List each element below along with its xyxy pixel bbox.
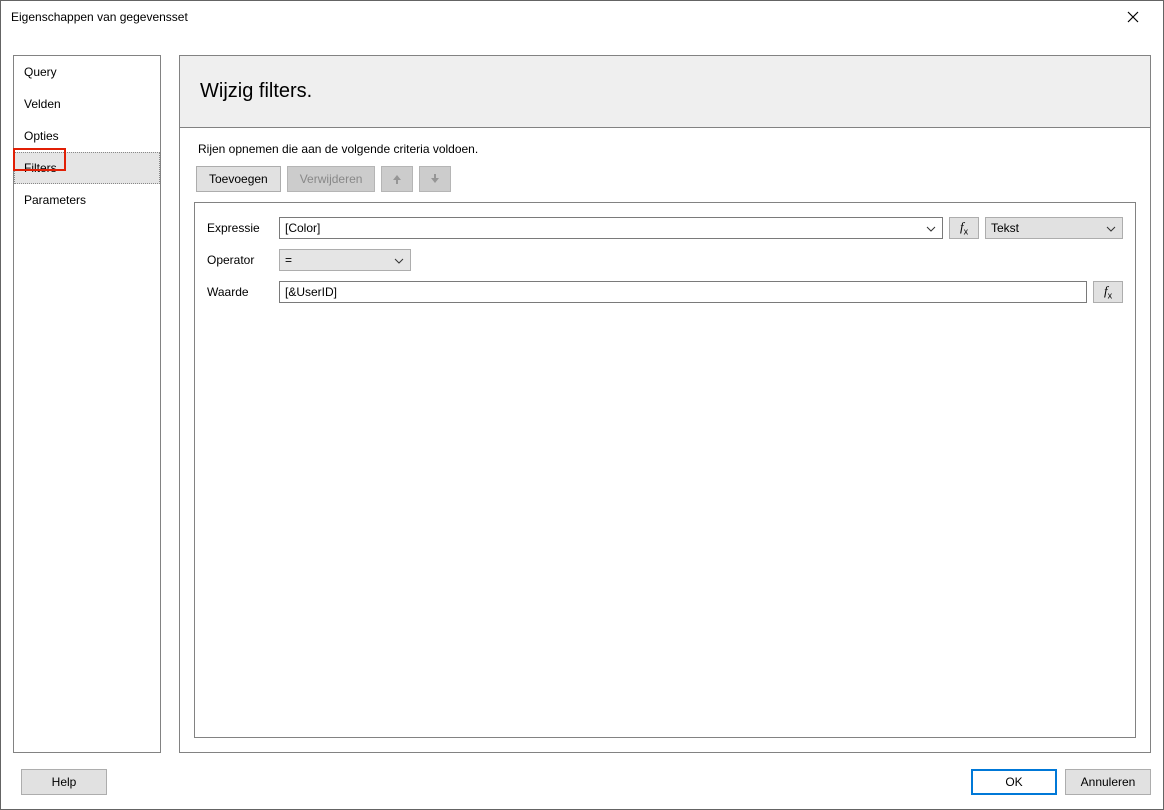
- ok-button[interactable]: OK: [971, 769, 1057, 795]
- expression-combo[interactable]: [Color]: [279, 217, 943, 239]
- sidebar: Query Velden Opties Filters Parameters: [13, 55, 161, 753]
- close-icon: [1127, 11, 1139, 23]
- titlebar: Eigenschappen van gegevensset: [1, 1, 1163, 33]
- type-value: Tekst: [991, 221, 1019, 235]
- operator-value: =: [285, 253, 292, 267]
- value-label: Waarde: [207, 285, 273, 299]
- sidebar-item-label: Filters: [24, 161, 57, 175]
- fx-icon: fx: [1104, 283, 1112, 301]
- page-content: Rijen opnemen die aan de volgende criter…: [180, 128, 1150, 752]
- value-fx-button[interactable]: fx: [1093, 281, 1123, 303]
- instruction-text: Rijen opnemen die aan de volgende criter…: [198, 142, 1136, 156]
- page-header: Wijzig filters.: [180, 56, 1150, 128]
- expression-fx-button[interactable]: fx: [949, 217, 979, 239]
- operator-combo[interactable]: =: [279, 249, 411, 271]
- close-button[interactable]: [1113, 2, 1153, 32]
- sidebar-item-label: Opties: [24, 129, 59, 143]
- fx-icon: fx: [960, 219, 968, 237]
- arrow-down-icon: [429, 173, 441, 185]
- expression-row: Expressie [Color] fx Tekst: [207, 217, 1123, 239]
- dialog-footer: Help OK Annuleren: [1, 761, 1163, 809]
- value-input[interactable]: [&UserID]: [279, 281, 1087, 303]
- move-up-button[interactable]: [381, 166, 413, 192]
- value-value: [&UserID]: [285, 285, 337, 299]
- operator-row: Operator =: [207, 249, 1123, 271]
- expression-value: [Color]: [285, 221, 320, 235]
- sidebar-item-label: Velden: [24, 97, 61, 111]
- chevron-down-icon: [394, 253, 404, 267]
- button-label: OK: [1005, 775, 1022, 789]
- value-row: Waarde [&UserID] fx: [207, 281, 1123, 303]
- dialog-window: Eigenschappen van gegevensset Query Veld…: [0, 0, 1164, 810]
- button-label: Help: [52, 775, 77, 789]
- button-label: Toevoegen: [209, 172, 268, 186]
- page-heading: Wijzig filters.: [200, 80, 1130, 103]
- operator-label: Operator: [207, 253, 273, 267]
- sidebar-item-filters[interactable]: Filters: [14, 152, 160, 184]
- button-label: Annuleren: [1081, 775, 1136, 789]
- help-button[interactable]: Help: [21, 769, 107, 795]
- sidebar-item-parameters[interactable]: Parameters: [14, 184, 160, 216]
- main-panel: Wijzig filters. Rijen opnemen die aan de…: [179, 55, 1151, 753]
- dialog-body: Query Velden Opties Filters Parameters W…: [1, 33, 1163, 761]
- filter-toolbar: Toevoegen Verwijderen: [196, 166, 1136, 192]
- button-label: Verwijderen: [300, 172, 363, 186]
- delete-button[interactable]: Verwijderen: [287, 166, 376, 192]
- expression-label: Expressie: [207, 221, 273, 235]
- cancel-button[interactable]: Annuleren: [1065, 769, 1151, 795]
- add-button[interactable]: Toevoegen: [196, 166, 281, 192]
- sidebar-item-label: Query: [24, 65, 57, 79]
- sidebar-item-fields[interactable]: Velden: [14, 88, 160, 120]
- sidebar-item-options[interactable]: Opties: [14, 120, 160, 152]
- move-down-button[interactable]: [419, 166, 451, 192]
- chevron-down-icon: [926, 221, 936, 235]
- chevron-down-icon: [1106, 221, 1116, 235]
- arrow-up-icon: [391, 173, 403, 185]
- type-combo[interactable]: Tekst: [985, 217, 1123, 239]
- sidebar-item-query[interactable]: Query: [14, 56, 160, 88]
- sidebar-item-label: Parameters: [24, 193, 86, 207]
- window-title: Eigenschappen van gegevensset: [11, 10, 1113, 24]
- filter-editor: Expressie [Color] fx Tekst Operator: [194, 202, 1136, 738]
